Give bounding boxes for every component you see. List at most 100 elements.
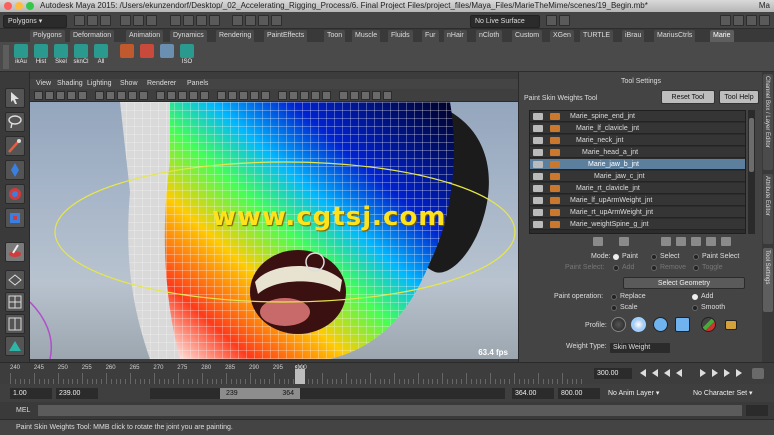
shelf-tab-mariusctrls[interactable]: MariusCtrls <box>654 30 696 42</box>
resolution-icon[interactable] <box>339 91 348 100</box>
shelf-tab-turtle[interactable]: TURTLE <box>580 30 614 42</box>
paint-op-scale-radio[interactable] <box>611 305 617 311</box>
command-language-label[interactable]: MEL <box>16 407 30 414</box>
select-tool-icon[interactable] <box>5 88 25 108</box>
tool-settings-toggle-icon[interactable] <box>746 15 757 26</box>
visibility-icon[interactable] <box>533 185 543 192</box>
viewport-menu-lighting[interactable]: Lighting <box>87 79 112 89</box>
influence-list-scrollbar[interactable] <box>748 110 755 234</box>
time-slider[interactable]: 240 245 250 255 260 265 270 275 280 285 290 295 300 … <box>0 362 774 385</box>
weight-type-dropdown[interactable]: Skin Weight <box>610 343 670 353</box>
lock-weights-icon[interactable] <box>691 237 701 246</box>
textured-icon[interactable] <box>189 91 198 100</box>
gamma-icon[interactable] <box>361 91 370 100</box>
lock-icon[interactable] <box>550 185 560 192</box>
visibility-icon[interactable] <box>533 137 543 144</box>
select-object-icon[interactable] <box>133 15 144 26</box>
shelf-button-component-editor[interactable] <box>157 44 177 69</box>
input-field-icon[interactable] <box>559 15 570 26</box>
snap-grid-icon[interactable] <box>170 15 181 26</box>
shelf-button-skncl[interactable]: sknCl <box>71 44 91 69</box>
lock-icon[interactable] <box>550 221 560 228</box>
film-gate-icon[interactable] <box>78 91 87 100</box>
paint-op-replace-radio[interactable] <box>611 294 617 300</box>
save-scene-icon[interactable] <box>100 15 111 26</box>
outliner-layout-icon[interactable] <box>5 336 25 356</box>
unlock-weights-icon[interactable] <box>706 237 716 246</box>
visibility-icon[interactable] <box>533 149 543 156</box>
influence-filter-icon[interactable] <box>721 237 731 246</box>
color-management-icon[interactable] <box>383 91 392 100</box>
shelf-button-iso[interactable]: ISO <box>177 44 197 69</box>
layout-four-pane-icon[interactable] <box>5 292 25 312</box>
field-chart-icon[interactable] <box>117 91 126 100</box>
current-frame-marker[interactable]: 300 <box>295 365 305 385</box>
shelf-tab-painteffects[interactable]: PaintEffects <box>264 30 308 42</box>
scrollbar-thumb[interactable] <box>749 118 754 172</box>
influence-row[interactable]: Marie_jaw_c_jnt <box>530 171 745 182</box>
paint-select-remove-radio[interactable] <box>651 265 657 271</box>
shelf-tab-polygons[interactable]: Polygons <box>30 30 65 42</box>
viewport-3d[interactable]: www.cgtsj.com 63.4 fps <box>30 102 518 359</box>
play-backwards-icon[interactable] <box>676 369 682 377</box>
shelf-tab-fur[interactable]: Fur <box>422 30 439 42</box>
safe-action-icon[interactable] <box>128 91 137 100</box>
gate-mask-icon[interactable] <box>106 91 115 100</box>
paint-select-toggle-radio[interactable] <box>693 265 699 271</box>
rotate-tool-icon[interactable] <box>5 184 25 204</box>
step-forward-icon[interactable] <box>724 369 730 377</box>
image-plane-icon[interactable] <box>56 91 65 100</box>
open-scene-icon[interactable] <box>87 15 98 26</box>
shelf-menu-icon[interactable] <box>3 45 9 69</box>
anim-layer-field[interactable]: No Anim Layer ▾ <box>605 388 687 399</box>
viewport-menu-shading[interactable]: Shading <box>57 79 83 89</box>
minimize-window-button[interactable] <box>15 2 23 10</box>
influence-row[interactable]: Marie_lf_clavicle_jnt <box>530 123 745 134</box>
visibility-icon[interactable] <box>533 161 543 168</box>
menuset-dropdown[interactable]: Polygons ▾ <box>3 15 67 28</box>
sort-hierarchy-icon[interactable] <box>619 237 629 246</box>
new-scene-icon[interactable] <box>74 15 85 26</box>
tool-help-button[interactable]: Tool Help <box>719 90 759 104</box>
lasso-tool-icon[interactable] <box>5 112 25 132</box>
go-to-end-icon[interactable] <box>736 369 742 377</box>
camera-bookmarks-icon[interactable] <box>45 91 54 100</box>
channel-box-toggle-icon[interactable] <box>720 15 731 26</box>
ipr-render-icon[interactable] <box>258 15 269 26</box>
shelf-button-paint-weights[interactable] <box>117 44 137 69</box>
side-tab-attribute-editor[interactable]: Attribute Editor <box>763 174 773 244</box>
exposure-icon[interactable] <box>350 91 359 100</box>
shelf-button-skel[interactable]: Skel <box>51 44 71 69</box>
anti-aliasing-icon[interactable] <box>250 91 259 100</box>
backface-culling-icon[interactable] <box>322 91 331 100</box>
auto-key-icon[interactable] <box>752 368 764 379</box>
shelf-tab-ncloth[interactable]: nCloth <box>476 30 503 42</box>
resolution-gate-icon[interactable] <box>95 91 104 100</box>
go-to-start-icon[interactable] <box>640 369 646 377</box>
layer-editor-toggle-icon[interactable] <box>759 15 770 26</box>
lock-icon[interactable] <box>550 173 560 180</box>
paint-op-add-radio[interactable] <box>692 294 698 300</box>
paint-select-add-radio[interactable] <box>613 265 619 271</box>
visibility-icon[interactable] <box>533 221 543 228</box>
play-forwards-icon[interactable] <box>700 369 706 377</box>
close-window-button[interactable] <box>4 2 12 10</box>
playback-range-bar[interactable]: 239 364 <box>150 388 505 399</box>
grid-icon[interactable] <box>67 91 76 100</box>
mode-paint-radio[interactable] <box>613 254 619 260</box>
animation-end-field[interactable]: 800.00 <box>558 388 600 399</box>
influence-row[interactable]: Marie_rt_upArmWeight_jnt <box>530 207 745 218</box>
side-tab-tool-settings[interactable]: Tool Settings <box>763 248 773 312</box>
profile-image-icon[interactable] <box>701 317 716 332</box>
shelf-tab-toon[interactable]: Toon <box>324 30 346 42</box>
visibility-icon[interactable] <box>533 113 543 120</box>
character-set-field[interactable]: No Character Set ▾ <box>690 388 770 399</box>
render-settings-icon[interactable] <box>271 15 282 26</box>
mode-select-radio[interactable] <box>651 254 657 260</box>
shelf-button-paint-brush[interactable] <box>137 44 157 69</box>
shelf-tab-fluids[interactable]: Fluids <box>388 30 413 42</box>
move-tool-icon[interactable] <box>5 160 25 180</box>
profile-solid-icon[interactable] <box>653 317 668 332</box>
isolate-select-icon[interactable] <box>278 91 287 100</box>
shelf-tab-animation[interactable]: Animation <box>126 30 164 42</box>
